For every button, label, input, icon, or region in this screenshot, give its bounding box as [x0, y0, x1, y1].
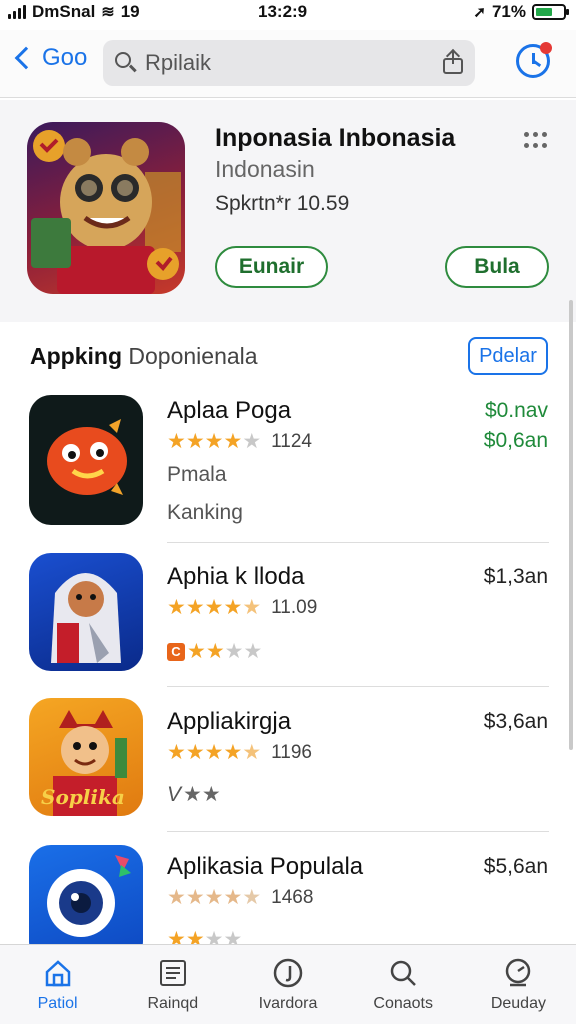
- network-label: 19: [120, 2, 140, 21]
- app-icon[interactable]: Soplika: [29, 698, 143, 816]
- app-price[interactable]: $1,3an: [484, 565, 548, 589]
- tab-label: Conaots: [373, 995, 433, 1012]
- star-icon: ★★: [167, 928, 205, 944]
- timer-icon: [506, 958, 531, 987]
- back-button[interactable]: Goo: [10, 44, 87, 72]
- app-row[interactable]: Soplika Appliakirgja ★★★★ ★ 1196 $3,6an V…: [0, 698, 576, 832]
- app-icon[interactable]: [29, 553, 143, 671]
- wifi-icon: ≋: [101, 4, 115, 21]
- app-rating: ★★★★ ★ 1196: [167, 740, 312, 765]
- app-sub-rating: ★★ ★★: [167, 927, 242, 944]
- star-empty-icon: ★★: [204, 928, 243, 944]
- search-bar[interactable]: [103, 40, 475, 86]
- star-icon: ★★: [187, 640, 225, 663]
- battery-percent: 71%: [491, 2, 526, 21]
- app-name[interactable]: Appliakirgja: [167, 708, 291, 736]
- star-icon: ★★★★: [167, 741, 243, 764]
- section-title-bold: Appking: [30, 343, 122, 369]
- star-half-icon: ★: [242, 596, 262, 619]
- star-icon: ★★★★: [167, 596, 243, 619]
- app-rating: ★★★★ ★ 11.09: [167, 595, 317, 620]
- nav-bar: Goo: [0, 30, 576, 98]
- chevron-left-icon: [14, 46, 38, 70]
- app-sub-rating: C ★★ ★★: [167, 639, 262, 664]
- search-input[interactable]: [145, 50, 425, 76]
- list-icon: [159, 960, 186, 986]
- rating-count: 1196: [271, 741, 312, 763]
- app-price[interactable]: $3,6an: [484, 710, 548, 734]
- scrollbar[interactable]: [569, 300, 573, 750]
- app-category: Pmala: [167, 463, 227, 486]
- status-bar: DmSnal ≋ 19 13:2:9 ➚ 71%: [0, 0, 576, 24]
- app-row[interactable]: Aplikasia Populala ★★★★ ★ 1468 $5,6an ★★ ★…: [0, 843, 576, 944]
- app-name[interactable]: Aphia k lloda: [167, 563, 304, 591]
- featured-app-icon[interactable]: [27, 122, 185, 294]
- app-row[interactable]: Aplaa Poga ★★★★ ★ 1124 $0.nav $0,6an Pmal…: [0, 393, 576, 543]
- rating-count: 1468: [271, 886, 314, 908]
- home-icon: [45, 960, 70, 987]
- more-options-icon[interactable]: [524, 132, 548, 150]
- app-icon[interactable]: [29, 395, 143, 525]
- featured-app-title[interactable]: Inponasia Inbonasia: [215, 124, 455, 153]
- row-divider: [167, 831, 549, 832]
- app-row[interactable]: Aphia k lloda ★★★★ ★ 11.09 $1,3an C ★★ ★★: [0, 553, 576, 687]
- section-title-rest: Doponienala: [122, 343, 258, 369]
- app-price[interactable]: $5,6an: [484, 855, 548, 879]
- rating-count: 11.09: [271, 596, 318, 618]
- star-half-icon: ★: [242, 741, 262, 764]
- star-empty-icon: ★: [242, 430, 262, 453]
- share-icon[interactable]: [443, 48, 463, 74]
- tab-updates[interactable]: Deuday: [461, 945, 576, 1024]
- tab-label: Deuday: [490, 995, 546, 1012]
- status-left: DmSnal ≋ 19: [8, 2, 140, 22]
- star-icon: ★★★★: [167, 430, 243, 453]
- app-sub-rating: V ★★: [167, 782, 221, 807]
- back-label: Goo: [42, 44, 88, 71]
- status-time: 13:2:9: [258, 2, 308, 21]
- star-empty-icon: ★★: [183, 783, 221, 806]
- star-empty-icon: ★★: [224, 640, 263, 663]
- tab-label: Patiol: [37, 995, 78, 1012]
- tab-label: Rainqd: [147, 995, 199, 1012]
- app-icon[interactable]: [29, 845, 143, 944]
- featured-secondary-button[interactable]: Eunair: [215, 246, 328, 288]
- app-rating: ★★★★ ★ 1468: [167, 885, 313, 910]
- star-half-icon: ★: [242, 886, 262, 909]
- app-rating: ★★★★ ★ 1124: [167, 429, 312, 454]
- svg-text:Soplika: Soplika: [41, 785, 125, 809]
- search-icon: [390, 960, 417, 986]
- app-ranking-label: Kanking: [167, 501, 243, 524]
- tab-today[interactable]: Patiol: [0, 945, 115, 1024]
- app-name[interactable]: Aplikasia Populala: [167, 853, 363, 881]
- row-divider: [167, 542, 549, 543]
- star-icon: ★★★★: [167, 886, 243, 909]
- app-price[interactable]: $0.nav: [485, 399, 548, 423]
- carrier-label: DmSnal: [32, 2, 96, 21]
- section-title: Appking Doponienala: [30, 343, 258, 370]
- featured-app-subtitle: Indonasin: [215, 156, 315, 182]
- app-price-secondary: $0,6an: [483, 429, 548, 452]
- featured-get-button[interactable]: Bula: [445, 246, 549, 288]
- search-icon: [115, 52, 137, 74]
- section-action-button[interactable]: Pdelar: [468, 337, 548, 375]
- tab-ranked[interactable]: Rainqd: [115, 945, 230, 1024]
- notification-badge: [540, 42, 552, 54]
- featured-app-card[interactable]: Inponasia Inbonasia Indonasin Spkrtn*r 1…: [0, 100, 576, 322]
- tab-bar: Patiol Rainqd Ivardora Conaots Deuday: [0, 944, 576, 1024]
- tab-search[interactable]: Conaots: [346, 945, 461, 1024]
- app-name[interactable]: Aplaa Poga: [167, 397, 291, 425]
- tab-label: Ivardora: [258, 995, 318, 1012]
- battery-icon: [532, 4, 569, 20]
- circle-j-icon: [273, 958, 303, 988]
- row-divider: [167, 686, 549, 687]
- tab-vardora[interactable]: Ivardora: [230, 945, 345, 1024]
- status-right: ➚ 71%: [473, 2, 569, 22]
- rating-count: 1124: [271, 430, 312, 452]
- location-icon: ➚: [473, 4, 486, 21]
- signal-icon: [8, 5, 26, 19]
- featured-app-rating: Spkrtn*r 10.59: [215, 192, 350, 215]
- category-badge-icon: C: [167, 642, 185, 661]
- sub-rating-prefix: V: [167, 782, 182, 806]
